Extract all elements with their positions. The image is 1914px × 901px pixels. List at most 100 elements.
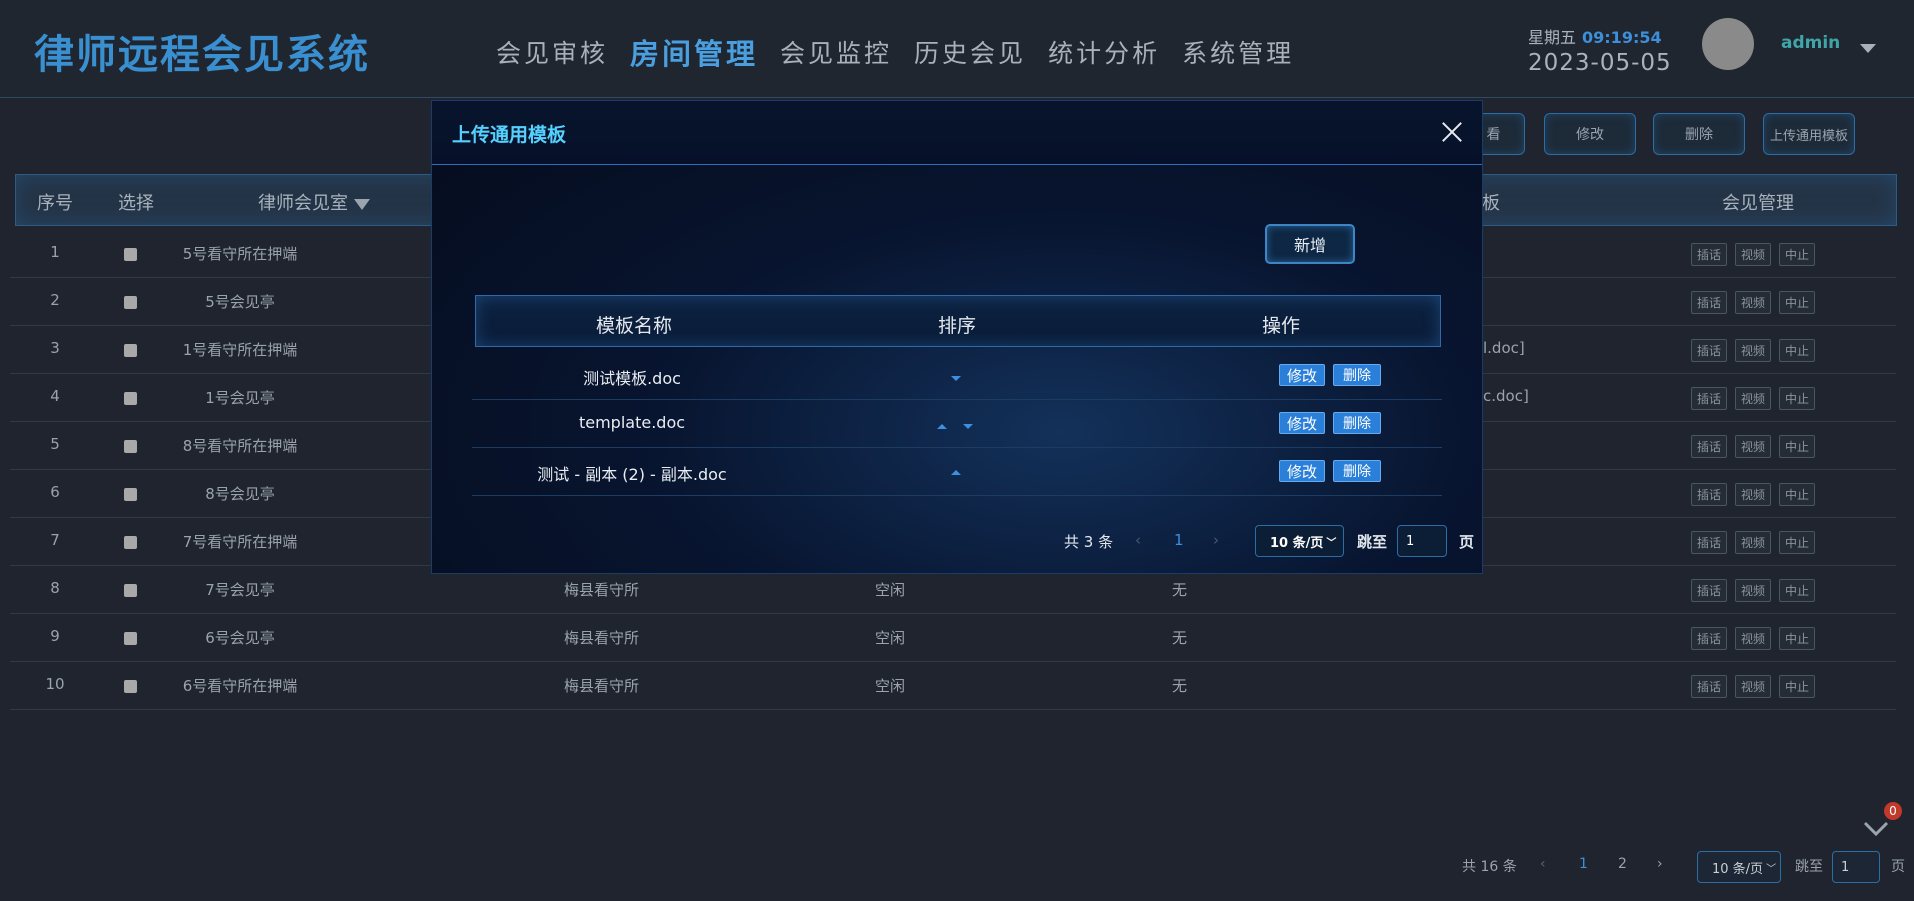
nav-item-system-management[interactable]: 系统管理 [1182, 34, 1294, 73]
stop-button[interactable]: 中止 [1779, 675, 1815, 698]
chevron-down-icon[interactable] [1860, 44, 1876, 53]
th-sort: 排序 [938, 315, 977, 337]
upload-template-button[interactable]: 上传通用模板 [1763, 113, 1855, 155]
page-size-select[interactable]: 10 条/页 ﹀ [1697, 851, 1781, 883]
row-checkbox[interactable] [124, 440, 137, 453]
stop-button[interactable]: 中止 [1779, 435, 1815, 458]
table-row[interactable]: 10 6号看守所在押端 梅县看守所 空闲 无 插话 视频 中止 [10, 662, 1896, 710]
delete-template-button[interactable]: 删除 [1333, 364, 1381, 386]
jump-input[interactable]: 1 [1832, 851, 1880, 883]
pager-page-1[interactable]: 1 [1579, 856, 1588, 872]
interject-button[interactable]: 插话 [1691, 387, 1727, 410]
interject-button[interactable]: 插话 [1691, 291, 1727, 314]
row-checkbox[interactable] [124, 680, 137, 693]
stop-button[interactable]: 中止 [1779, 339, 1815, 362]
row-checkbox[interactable] [124, 536, 137, 549]
sort-up-icon[interactable] [951, 470, 961, 475]
interject-button[interactable]: 插话 [1691, 531, 1727, 554]
row-checkbox[interactable] [124, 488, 137, 501]
nav-item-room-management[interactable]: 房间管理 [630, 31, 758, 73]
video-button[interactable]: 视频 [1735, 627, 1771, 650]
interject-button[interactable]: 插话 [1691, 627, 1727, 650]
username[interactable]: admin [1781, 33, 1840, 53]
meeting-info: 无 [1172, 629, 1188, 647]
stop-button[interactable]: 中止 [1779, 531, 1815, 554]
jump-label: 跳至 [1795, 859, 1823, 875]
video-button[interactable]: 视频 [1735, 483, 1771, 506]
sort-down-icon[interactable] [963, 424, 973, 429]
row-checkbox[interactable] [124, 584, 137, 597]
video-button[interactable]: 视频 [1735, 675, 1771, 698]
template-name: template.doc [578, 413, 686, 432]
modal-page-size-select[interactable]: 10 条/页 ﹀ [1255, 525, 1344, 557]
video-button[interactable]: 视频 [1735, 291, 1771, 314]
stop-button[interactable]: 中止 [1779, 291, 1815, 314]
current-date: 2023-05-05 [1528, 50, 1672, 76]
edit-button[interactable]: 修改 [1544, 113, 1636, 155]
video-button[interactable]: 视频 [1735, 387, 1771, 410]
modal-jump-input[interactable]: 1 [1397, 525, 1447, 557]
modal-pager-next-icon[interactable]: › [1213, 531, 1219, 549]
video-button[interactable]: 视频 [1735, 579, 1771, 602]
delete-template-button[interactable]: 删除 [1333, 412, 1381, 434]
modal-pager-total: 共 3 条 [1064, 533, 1114, 551]
room-name: 1号会见亭 [205, 389, 275, 407]
row-checkbox[interactable] [124, 632, 137, 645]
video-button[interactable]: 视频 [1735, 435, 1771, 458]
close-icon[interactable] [1441, 121, 1463, 143]
pager-page-2[interactable]: 2 [1618, 856, 1627, 872]
add-template-button[interactable]: 新增 [1265, 224, 1355, 264]
stop-button[interactable]: 中止 [1779, 387, 1815, 410]
sort-up-icon[interactable] [937, 424, 947, 429]
interject-button[interactable]: 插话 [1691, 579, 1727, 602]
table-row[interactable]: 9 6号会见亭 梅县看守所 空闲 无 插话 视频 中止 [10, 614, 1896, 662]
meeting-info: 无 [1172, 581, 1188, 599]
app-title: 律师远程会见系统 [34, 32, 370, 78]
nav-item-statistics[interactable]: 统计分析 [1048, 34, 1160, 73]
stop-button[interactable]: 中止 [1779, 483, 1815, 506]
pager-next-icon[interactable]: › [1657, 856, 1663, 872]
nav-item-meeting-history[interactable]: 历史会见 [914, 34, 1026, 73]
interject-button[interactable]: 插话 [1691, 483, 1727, 506]
detention-center: 梅县看守所 [564, 629, 640, 647]
row-index: 8 [50, 579, 60, 597]
nav-item-meeting-review[interactable]: 会见审核 [496, 34, 608, 73]
delete-template-button[interactable]: 删除 [1333, 460, 1381, 482]
th-room-label: 律师会见室 [258, 193, 348, 214]
video-button[interactable]: 视频 [1735, 243, 1771, 266]
modal-page-size-value: 10 条/页 [1270, 535, 1324, 551]
room-name: 7号看守所在押端 [182, 533, 298, 551]
datetime: 星期五 09:19:54 2023-05-05 [1528, 24, 1672, 76]
pager-prev-icon[interactable]: ‹ [1540, 856, 1546, 872]
row-index: 3 [50, 339, 60, 357]
scroll-down-icon[interactable] [1862, 814, 1890, 842]
stop-button[interactable]: 中止 [1779, 627, 1815, 650]
interject-button[interactable]: 插话 [1691, 435, 1727, 458]
edit-template-button[interactable]: 修改 [1279, 412, 1325, 434]
avatar[interactable] [1702, 18, 1754, 70]
video-button[interactable]: 视频 [1735, 339, 1771, 362]
interject-button[interactable]: 插话 [1691, 675, 1727, 698]
room-status: 空闲 [875, 581, 906, 599]
row-checkbox[interactable] [124, 296, 137, 309]
th-room[interactable]: 律师会见室 [258, 189, 370, 215]
stop-button[interactable]: 中止 [1779, 579, 1815, 602]
modal-pager-prev-icon[interactable]: ‹ [1135, 531, 1141, 549]
edit-template-button[interactable]: 修改 [1279, 460, 1325, 482]
sort-down-icon[interactable] [951, 376, 961, 381]
interject-button[interactable]: 插话 [1691, 243, 1727, 266]
stop-button[interactable]: 中止 [1779, 243, 1815, 266]
room-name: 8号看守所在押端 [182, 437, 298, 455]
nav-item-meeting-monitor[interactable]: 会见监控 [780, 34, 892, 73]
modal-pager-page-1[interactable]: 1 [1174, 531, 1184, 549]
delete-button[interactable]: 删除 [1653, 113, 1745, 155]
video-button[interactable]: 视频 [1735, 531, 1771, 554]
interject-button[interactable]: 插话 [1691, 339, 1727, 362]
row-checkbox[interactable] [124, 392, 137, 405]
row-checkbox[interactable] [124, 344, 137, 357]
room-name: 5号会见亭 [205, 293, 275, 311]
filter-icon[interactable] [353, 198, 370, 210]
edit-template-button[interactable]: 修改 [1279, 364, 1325, 386]
row-checkbox[interactable] [124, 248, 137, 261]
th-template-name: 模板名称 [596, 315, 673, 337]
